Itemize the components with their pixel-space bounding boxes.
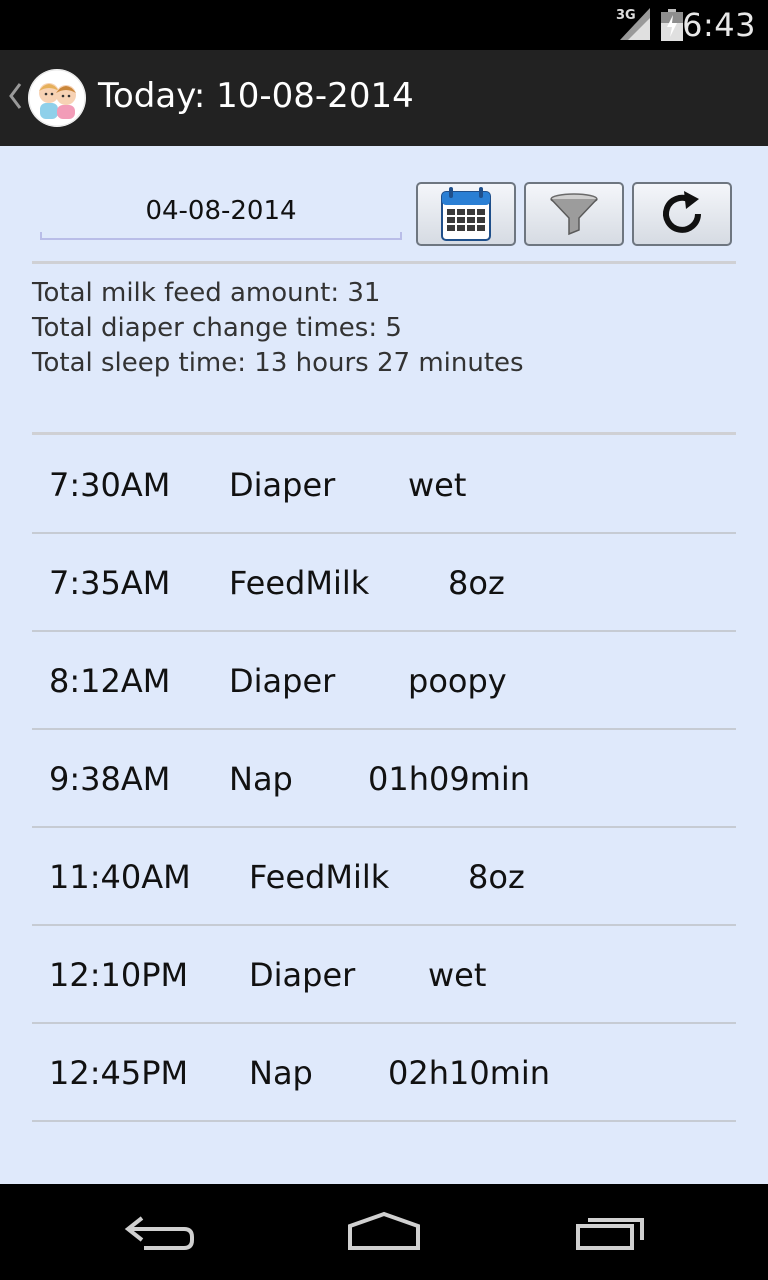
list-item[interactable]: 12:45PM Nap 02h10min [32,1024,736,1122]
screen-title: Today: 10-08-2014 [98,76,414,116]
event-time: 9:38AM [49,760,171,798]
event-type: FeedMilk [229,564,370,602]
event-detail: poopy [408,662,507,700]
divider [32,432,736,435]
event-type: Diaper [229,662,336,700]
event-type: Nap [249,1054,313,1092]
event-time: 7:35AM [49,564,171,602]
event-type: Nap [229,760,293,798]
list-item[interactable]: 7:30AM Diaper wet [32,436,736,534]
list-item[interactable]: 9:38AM Nap 01h09min [32,730,736,828]
list-item[interactable]: 11:40AM FeedMilk 8oz [32,828,736,926]
event-detail: 8oz [448,564,505,602]
calendar-icon [441,187,491,241]
event-type: Diaper [249,956,356,994]
event-detail: wet [428,956,487,994]
date-input-value: 04-08-2014 [145,196,297,226]
refresh-button[interactable] [632,182,732,246]
battery-icon [661,9,683,41]
event-type: Diaper [229,466,336,504]
home-icon[interactable] [346,1210,422,1254]
app-logo-icon[interactable] [28,69,86,127]
recent-apps-icon[interactable] [574,1210,646,1254]
back-icon[interactable] [124,1210,196,1254]
refresh-icon [663,191,701,233]
event-detail: 8oz [468,858,525,896]
event-time: 8:12AM [49,662,171,700]
date-input[interactable]: 04-08-2014 [40,190,402,240]
list-item[interactable]: 8:12AM Diaper poopy [32,632,736,730]
event-time: 11:40AM [49,858,191,896]
total-milk-text: Total milk feed amount: 31 [32,278,381,308]
action-bar: Today: 10-08-2014 [0,50,768,146]
event-time: 12:10PM [49,956,189,994]
event-type: FeedMilk [249,858,390,896]
total-diaper-text: Total diaper change times: 5 [32,313,402,343]
status-bar: 3G 6:43 [0,0,768,50]
total-sleep-text: Total sleep time: 13 hours 27 minutes [32,348,524,378]
filter-funnel-icon [550,193,598,236]
event-time: 12:45PM [49,1054,189,1092]
event-time: 7:30AM [49,466,171,504]
divider [32,261,736,264]
event-detail: 01h09min [368,760,531,798]
event-detail: wet [408,466,467,504]
event-detail: 02h10min [388,1054,551,1092]
list-item[interactable]: 12:10PM Diaper wet [32,926,736,1024]
filter-button[interactable] [524,182,624,246]
back-chevron-icon[interactable] [8,81,22,111]
list-item[interactable]: 7:35AM FeedMilk 8oz [32,534,736,632]
calendar-button[interactable] [416,182,516,246]
navigation-bar [0,1184,768,1280]
signal-icon [620,8,650,40]
clock: 6:43 [682,6,756,44]
